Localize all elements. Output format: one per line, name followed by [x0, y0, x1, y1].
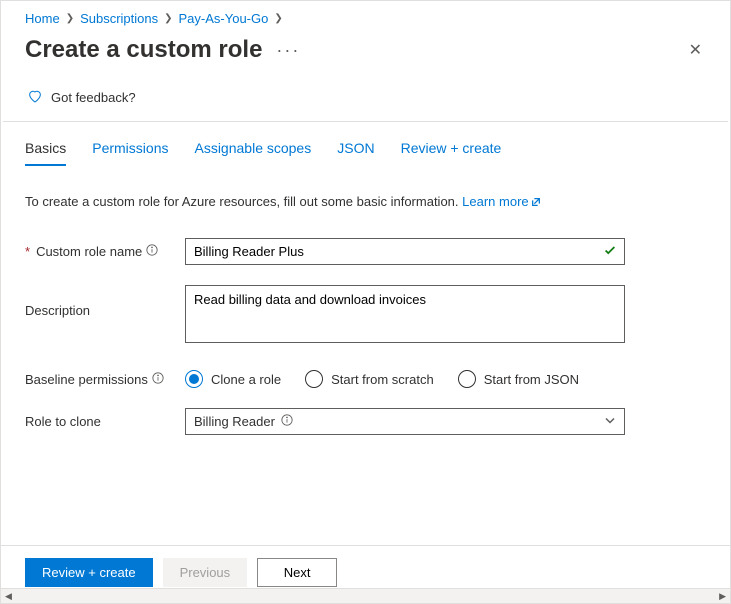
check-icon — [603, 243, 617, 260]
description-label: Description — [25, 303, 90, 318]
chevron-right-icon: ❯ — [66, 13, 74, 24]
next-button[interactable]: Next — [257, 558, 337, 587]
info-icon — [281, 414, 293, 429]
review-create-button[interactable]: Review + create — [25, 558, 153, 587]
tab-json[interactable]: JSON — [337, 140, 374, 166]
horizontal-scrollbar[interactable]: ◀ ▶ — [1, 588, 730, 603]
required-indicator: * — [25, 244, 30, 259]
chevron-down-icon — [604, 414, 616, 429]
breadcrumb-subscriptions[interactable]: Subscriptions — [80, 11, 158, 26]
role-name-label: Custom role name — [36, 244, 142, 259]
baseline-label: Baseline permissions — [25, 372, 148, 387]
breadcrumb-home[interactable]: Home — [25, 11, 60, 26]
radio-icon — [305, 370, 323, 388]
breadcrumb-payg[interactable]: Pay-As-You-Go — [179, 11, 269, 26]
radio-icon — [458, 370, 476, 388]
tab-permissions[interactable]: Permissions — [92, 140, 168, 166]
page-title: Create a custom role — [25, 36, 262, 64]
scroll-left-icon[interactable]: ◀ — [3, 591, 14, 602]
radio-from-scratch[interactable]: Start from scratch — [305, 370, 434, 388]
learn-more-link[interactable]: Learn more — [462, 194, 528, 209]
previous-button: Previous — [163, 558, 248, 587]
radio-icon — [185, 370, 203, 388]
more-actions-icon[interactable]: ··· — [276, 40, 300, 61]
description-input[interactable] — [185, 285, 625, 343]
chevron-right-icon: ❯ — [164, 13, 172, 24]
tab-basics[interactable]: Basics — [25, 140, 66, 166]
tab-assignable-scopes[interactable]: Assignable scopes — [194, 140, 311, 166]
external-link-icon — [531, 195, 541, 210]
feedback-link[interactable]: Got feedback? — [3, 78, 728, 122]
role-to-clone-select[interactable]: Billing Reader — [185, 408, 625, 435]
feedback-label: Got feedback? — [51, 90, 136, 105]
footer: Review + create Previous Next — [1, 545, 730, 587]
role-to-clone-label: Role to clone — [25, 414, 101, 429]
scroll-right-icon[interactable]: ▶ — [717, 591, 728, 602]
intro-text: To create a custom role for Azure resour… — [1, 166, 730, 210]
radio-from-json[interactable]: Start from JSON — [458, 370, 579, 388]
tab-review-create[interactable]: Review + create — [401, 140, 502, 166]
breadcrumb: Home ❯ Subscriptions ❯ Pay-As-You-Go ❯ — [1, 1, 730, 30]
tabs: Basics Permissions Assignable scopes JSO… — [1, 122, 730, 166]
heart-icon — [27, 88, 43, 107]
chevron-right-icon: ❯ — [274, 13, 282, 24]
role-name-input[interactable] — [185, 238, 625, 265]
radio-clone-role[interactable]: Clone a role — [185, 370, 281, 388]
info-icon[interactable] — [152, 372, 164, 387]
close-icon[interactable]: ✕ — [685, 36, 706, 64]
info-icon[interactable] — [146, 244, 158, 259]
